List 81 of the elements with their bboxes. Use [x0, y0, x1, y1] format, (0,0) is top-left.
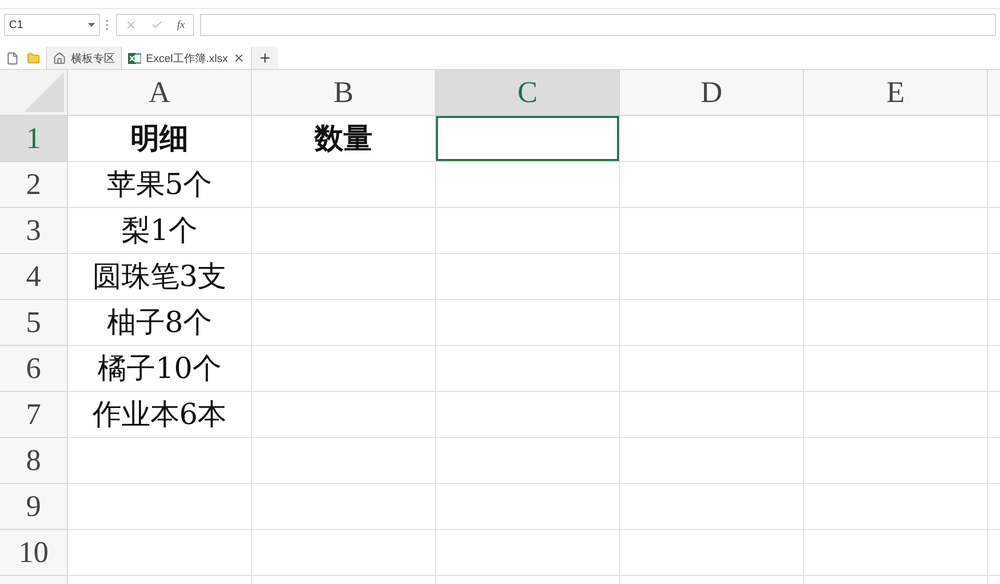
table-cell[interactable] [252, 162, 436, 208]
table-cell[interactable] [620, 438, 804, 484]
table-cell[interactable]: 明细 [68, 116, 252, 162]
table-cell[interactable] [804, 392, 988, 438]
table-cell[interactable] [436, 208, 620, 254]
table-cell[interactable]: 苹果5个 [68, 162, 252, 208]
column-header[interactable] [988, 70, 1000, 116]
table-cell[interactable]: 圆珠笔3支 [68, 254, 252, 300]
cancel-icon[interactable] [125, 19, 137, 31]
table-cell[interactable] [436, 530, 620, 576]
formula-field[interactable] [200, 14, 996, 36]
folder-icon[interactable] [27, 52, 40, 64]
table-cell[interactable] [68, 484, 252, 530]
table-cell[interactable] [436, 346, 620, 392]
check-icon[interactable] [151, 19, 163, 31]
table-cell[interactable] [436, 162, 620, 208]
table-cell[interactable] [620, 254, 804, 300]
table-cell[interactable] [252, 254, 436, 300]
table-cell[interactable] [252, 392, 436, 438]
plus-icon [258, 51, 272, 65]
table-cell[interactable] [252, 208, 436, 254]
table-cell[interactable]: 数量 [252, 116, 436, 162]
new-tab-button[interactable] [250, 47, 278, 69]
row-header[interactable]: 2 [0, 162, 68, 208]
row-header[interactable]: 1 [0, 116, 68, 162]
table-cell[interactable] [804, 300, 988, 346]
column-header[interactable]: B [252, 70, 436, 116]
table-cell[interactable] [436, 438, 620, 484]
column-header[interactable]: D [620, 70, 804, 116]
table-cell[interactable] [436, 254, 620, 300]
table-cell[interactable]: 梨1个 [68, 208, 252, 254]
row-header[interactable]: 4 [0, 254, 68, 300]
table-cell[interactable] [804, 438, 988, 484]
table-cell[interactable] [68, 438, 252, 484]
table-cell[interactable] [804, 254, 988, 300]
row-header[interactable]: 8 [0, 438, 68, 484]
new-file-icon[interactable] [6, 52, 19, 64]
table-cell[interactable] [804, 208, 988, 254]
table-cell[interactable] [804, 162, 988, 208]
row-header[interactable]: 5 [0, 300, 68, 346]
row-header[interactable]: 10 [0, 530, 68, 576]
table-cell[interactable] [68, 530, 252, 576]
name-box[interactable]: C1 [4, 14, 100, 36]
home-icon [53, 52, 66, 64]
select-all-button[interactable] [0, 70, 68, 116]
table-cell[interactable]: 橘子10个 [68, 346, 252, 392]
table-cell[interactable] [804, 116, 988, 162]
close-icon[interactable] [232, 52, 245, 64]
table-cell[interactable] [620, 162, 804, 208]
table-cell[interactable] [620, 208, 804, 254]
active-cell[interactable] [436, 116, 620, 162]
table-cell[interactable] [436, 484, 620, 530]
function-button[interactable]: fx [177, 19, 185, 31]
table-cell[interactable] [620, 116, 804, 162]
table-cell[interactable] [620, 530, 804, 576]
table-cell[interactable]: 作业本6本 [68, 392, 252, 438]
table-cell[interactable] [436, 392, 620, 438]
spreadsheet-icon [128, 52, 141, 64]
table-cell[interactable] [804, 530, 988, 576]
table-cell[interactable] [252, 300, 436, 346]
table-cell[interactable]: 柚子8个 [68, 300, 252, 346]
row-header[interactable]: 9 [0, 484, 68, 530]
table-cell[interactable] [620, 300, 804, 346]
table-cell[interactable] [620, 346, 804, 392]
column-header[interactable]: E [804, 70, 988, 116]
table-cell[interactable] [252, 346, 436, 392]
table-cell[interactable] [804, 484, 988, 530]
table-cell[interactable] [620, 392, 804, 438]
column-header[interactable]: A [68, 70, 252, 116]
row-header[interactable]: 3 [0, 208, 68, 254]
table-cell[interactable] [252, 438, 436, 484]
column-header[interactable]: C [436, 70, 620, 116]
table-cell[interactable] [620, 484, 804, 530]
table-cell[interactable] [436, 300, 620, 346]
table-cell[interactable] [804, 346, 988, 392]
row-header[interactable]: 6 [0, 346, 68, 392]
dropdown-icon [88, 23, 95, 27]
table-cell[interactable] [252, 530, 436, 576]
table-cell[interactable] [252, 484, 436, 530]
file-tab[interactable]: 横板专区 [46, 47, 121, 69]
row-header[interactable]: 7 [0, 392, 68, 438]
